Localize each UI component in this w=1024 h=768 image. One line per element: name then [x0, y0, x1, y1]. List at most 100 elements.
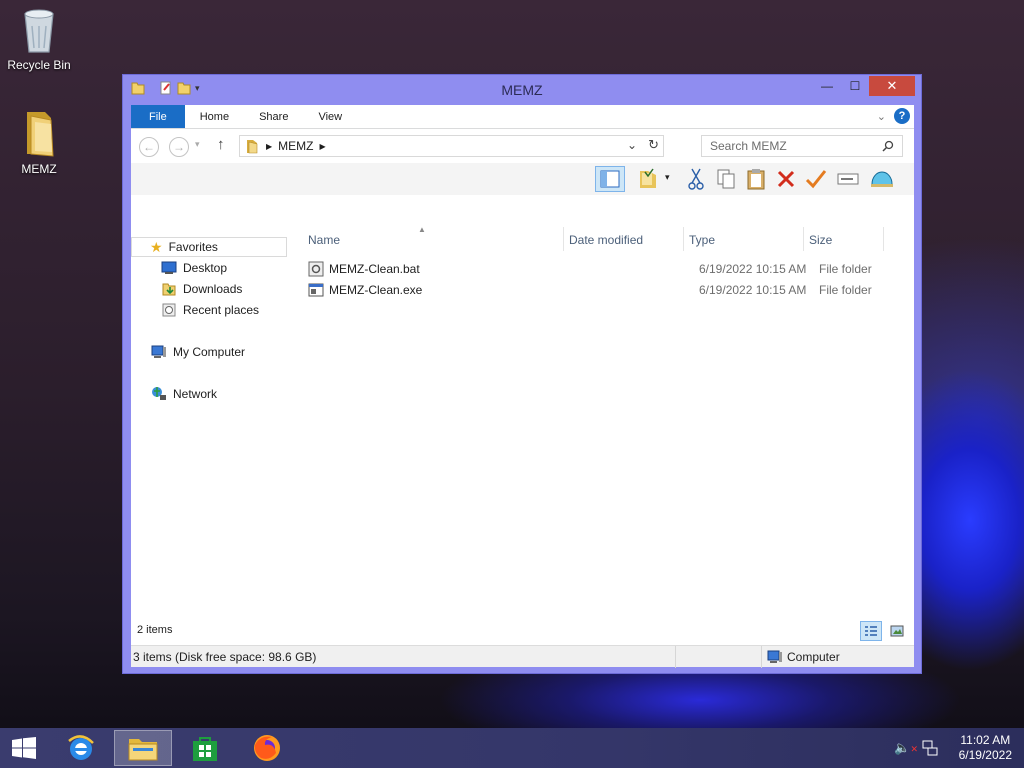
nav-label: Favorites [168, 240, 218, 254]
file-row[interactable]: MEMZ-Clean.bat 6/19/2022 10:15 AM File f… [308, 259, 908, 279]
recent-locations-icon[interactable]: ▾ [195, 139, 200, 150]
tab-home[interactable]: Home [185, 105, 244, 128]
batch-file-icon [308, 261, 324, 277]
desktop-icon-label: Recycle Bin [7, 58, 71, 72]
file-type: File folder [819, 283, 872, 297]
nav-item-downloads[interactable]: Downloads [161, 279, 242, 299]
explorer-window: ▾ MEMZ — ☐ ✕ File Home Share View ⌄ ? ← … [122, 74, 922, 674]
tab-view[interactable]: View [303, 105, 357, 128]
scissors-icon [688, 168, 704, 190]
paste-button[interactable] [743, 166, 769, 192]
tab-file[interactable]: File [131, 105, 185, 128]
network-status-icon[interactable] [922, 740, 938, 756]
item-count: 2 items [137, 624, 173, 636]
sort-indicator-icon: ▲ [418, 225, 426, 234]
navigation-bar: ← → ▾ ↑ ▶ MEMZ ▶ ⌄ ↻ Search MEMZ [131, 129, 914, 163]
nav-item-desktop[interactable]: Desktop [161, 258, 227, 278]
preview-pane-button[interactable] [595, 166, 625, 192]
breadcrumb-separator-icon[interactable]: ▶ [266, 142, 272, 151]
close-button[interactable]: ✕ [869, 76, 915, 96]
minimize-button[interactable]: — [813, 76, 841, 96]
file-name: MEMZ-Clean.exe [329, 283, 423, 297]
ribbon-tabs: File Home Share View ⌄ ? [131, 105, 914, 129]
column-name[interactable]: Name [308, 233, 340, 247]
nav-favorites[interactable]: ★ Favorites [131, 237, 287, 257]
taskbar-internet-explorer[interactable] [52, 730, 110, 766]
dropdown-icon[interactable]: ▾ [665, 172, 670, 183]
shell-button[interactable] [869, 166, 895, 192]
status-bar: 3 items (Disk free space: 98.6 GB) Compu… [131, 645, 914, 668]
nav-label: Recent places [183, 303, 260, 317]
nav-label: Network [173, 387, 218, 401]
column-type[interactable]: Type [689, 233, 715, 247]
recycle-bin-icon [24, 9, 54, 53]
back-button[interactable]: ← [139, 137, 159, 157]
help-button[interactable]: ? [894, 108, 910, 124]
status-divider [761, 646, 762, 668]
breadcrumb-separator-icon[interactable]: ▶ [319, 142, 325, 151]
column-separator[interactable] [563, 227, 564, 251]
large-icons-view-button[interactable] [886, 621, 908, 641]
file-explorer-icon [128, 739, 158, 761]
taskbar-firefox[interactable] [238, 730, 296, 766]
nav-item-recent-places[interactable]: Recent places [161, 300, 259, 320]
taskbar-store[interactable] [176, 730, 234, 766]
taskbar-file-explorer[interactable] [114, 730, 172, 766]
computer-icon [767, 650, 782, 663]
rename-icon [837, 173, 859, 185]
cut-button[interactable] [683, 166, 709, 192]
volume-muted-icon[interactable]: 🔈✕ [894, 740, 918, 756]
nav-label: Desktop [183, 261, 228, 275]
file-row[interactable]: MEMZ-Clean.exe 6/19/2022 10:15 AM File f… [308, 280, 908, 300]
properties-button[interactable] [835, 166, 861, 192]
maximize-button[interactable]: ☐ [841, 76, 869, 96]
nav-label: My Computer [173, 345, 246, 359]
file-date: 6/19/2022 10:15 AM [699, 283, 807, 297]
file-name: MEMZ-Clean.bat [329, 262, 420, 276]
desktop-icon [161, 261, 177, 274]
up-button[interactable]: ↑ [217, 136, 225, 153]
nav-my-computer[interactable]: My Computer [151, 342, 245, 362]
details-view-button[interactable] [860, 621, 882, 641]
desktop-icon-memz[interactable]: MEMZ [1, 108, 77, 176]
column-size[interactable]: Size [809, 233, 832, 247]
minimize-icon: — [821, 79, 833, 93]
column-separator[interactable] [883, 227, 884, 251]
store-icon [193, 737, 217, 761]
start-button[interactable] [0, 730, 48, 766]
search-icon[interactable] [882, 140, 894, 152]
search-input[interactable]: Search MEMZ [701, 135, 903, 157]
search-placeholder: Search MEMZ [710, 139, 787, 153]
status-divider [675, 646, 676, 668]
folder-icon [27, 112, 54, 157]
refresh-icon[interactable]: ↻ [648, 137, 659, 153]
address-dropdown-icon[interactable]: ⌄ [627, 138, 637, 152]
navigation-pane: ★ Favorites Desktop Downloads Recent pla… [131, 227, 289, 639]
new-folder-button[interactable] [635, 166, 661, 192]
delete-button[interactable] [773, 166, 799, 192]
forward-button[interactable]: → [169, 137, 189, 157]
rename-button[interactable] [803, 166, 829, 192]
column-separator[interactable] [683, 227, 684, 251]
title-bar[interactable]: ▾ MEMZ — ☐ ✕ [123, 75, 921, 105]
tab-share[interactable]: Share [244, 105, 303, 128]
copy-button[interactable] [713, 166, 739, 192]
computer-icon [151, 345, 166, 358]
clock[interactable]: 11:02 AM 6/19/2022 [959, 733, 1012, 763]
column-date-modified[interactable]: Date modified [569, 233, 643, 247]
nav-network[interactable]: Network [151, 384, 217, 404]
expand-ribbon-icon[interactable]: ⌄ [877, 110, 886, 123]
file-date: 6/19/2022 10:15 AM [699, 262, 807, 276]
breadcrumb-memz[interactable]: MEMZ [278, 139, 313, 153]
column-separator[interactable] [803, 227, 804, 251]
downloads-icon [162, 283, 176, 296]
checkmark-icon [805, 170, 827, 189]
shell-icon [871, 171, 893, 187]
address-bar[interactable]: ▶ MEMZ ▶ ⌄ ↻ [239, 135, 664, 157]
window-title: MEMZ [501, 82, 543, 98]
nav-label: Downloads [183, 282, 243, 296]
file-type: File folder [819, 262, 872, 276]
folder-options-icon [640, 168, 656, 188]
desktop-icon-recycle-bin[interactable]: Recycle Bin [1, 8, 77, 72]
desktop-icon-label: MEMZ [21, 162, 57, 176]
